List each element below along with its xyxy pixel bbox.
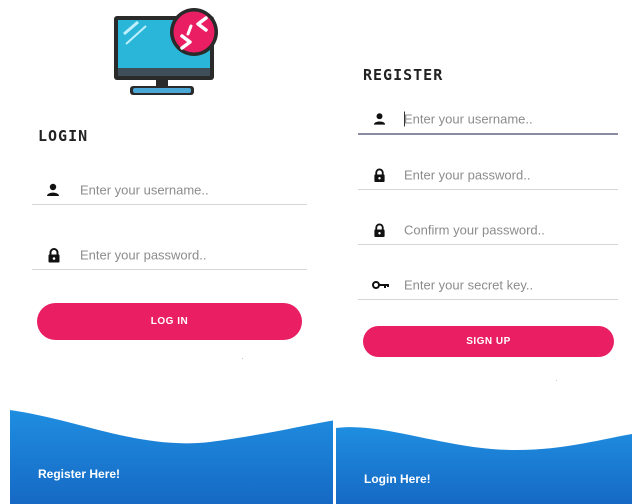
login-username-placeholder: Enter your username.. (80, 182, 209, 197)
lock-icon (374, 223, 385, 237)
signup-button[interactable]: SIGN UP (363, 326, 614, 357)
login-username-field[interactable]: Enter your username.. (32, 175, 307, 205)
register-confirm-password-field[interactable]: Confirm your password.. (358, 215, 618, 245)
login-button[interactable]: LOG IN (37, 303, 302, 340)
login-screen: LOGIN Enter your username.. Enter your p… (0, 0, 336, 504)
person-icon (373, 113, 386, 125)
decor-dot (242, 358, 243, 359)
register-secret-key-field[interactable]: Enter your secret key.. (358, 270, 618, 300)
register-username-placeholder: Enter your username.. (404, 111, 533, 127)
login-password-placeholder: Enter your password.. (80, 247, 207, 262)
register-here-link[interactable]: Register Here! (38, 467, 120, 481)
register-wave-background (336, 427, 632, 504)
register-password-placeholder: Enter your password.. (404, 167, 531, 182)
register-heading: REGISTER (363, 66, 444, 84)
register-confirm-placeholder: Confirm your password.. (404, 222, 545, 237)
login-heading: LOGIN (38, 127, 89, 145)
login-password-field[interactable]: Enter your password.. (32, 240, 307, 270)
register-secret-placeholder: Enter your secret key.. (404, 277, 534, 292)
login-here-link[interactable]: Login Here! (364, 472, 431, 486)
register-username-field[interactable]: Enter your username.. (358, 105, 618, 135)
monitor-remote-icon (114, 8, 218, 95)
lock-icon (48, 247, 60, 262)
key-icon (372, 280, 389, 289)
decor-dot (556, 380, 557, 381)
lock-icon (374, 168, 385, 182)
register-screen: REGISTER Enter your username.. Enter you… (336, 0, 632, 504)
register-password-field[interactable]: Enter your password.. (358, 160, 618, 190)
login-wave-background (10, 410, 336, 504)
person-icon (47, 183, 59, 196)
